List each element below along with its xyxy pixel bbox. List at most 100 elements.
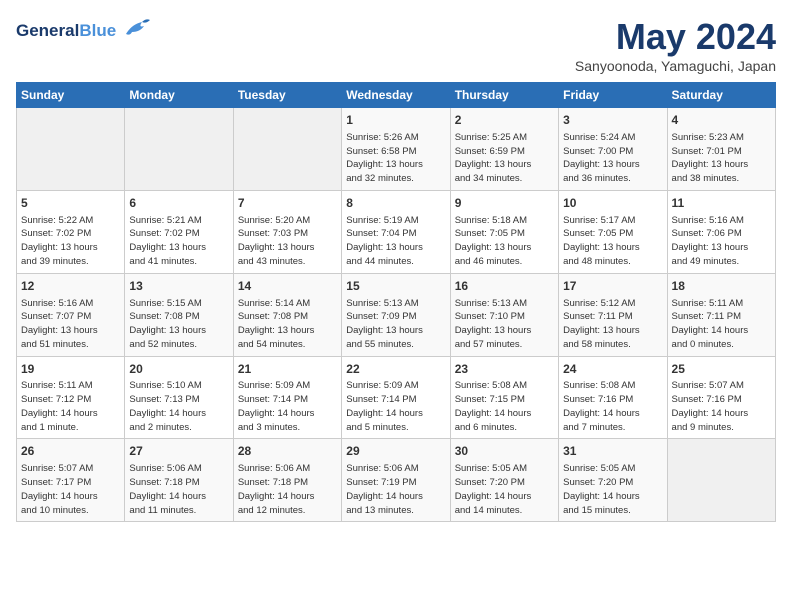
day-info: Sunrise: 5:10 AM Sunset: 7:13 PM Dayligh… [129,379,228,434]
day-number: 5 [21,195,120,212]
day-number: 13 [129,278,228,295]
day-info: Sunrise: 5:11 AM Sunset: 7:11 PM Dayligh… [672,297,771,352]
day-info: Sunrise: 5:21 AM Sunset: 7:02 PM Dayligh… [129,214,228,269]
calendar-day-cell: 26 Sunrise: 5:07 AM Sunset: 7:17 PM Dayli… [17,439,125,522]
day-info: Sunrise: 5:13 AM Sunset: 7:09 PM Dayligh… [346,297,445,352]
calendar-day-cell: 7 Sunrise: 5:20 AM Sunset: 7:03 PM Daylig… [233,190,341,273]
day-number: 30 [455,443,554,460]
calendar-day-cell: 31Sunrise: 5:05 AM Sunset: 7:20 PM Dayli… [559,439,667,522]
day-info: Sunrise: 5:08 AM Sunset: 7:16 PM Dayligh… [563,379,662,434]
calendar-day-cell: 8 Sunrise: 5:19 AM Sunset: 7:04 PM Daylig… [342,190,450,273]
day-number: 26 [21,443,120,460]
day-info: Sunrise: 5:16 AM Sunset: 7:07 PM Dayligh… [21,297,120,352]
calendar-day-cell: 17 Sunrise: 5:12 AM Sunset: 7:11 PM Dayli… [559,273,667,356]
day-number: 2 [455,112,554,129]
day-number: 20 [129,361,228,378]
calendar-day-cell: 20Sunrise: 5:10 AM Sunset: 7:13 PM Dayli… [125,356,233,439]
day-header-thursday: Thursday [450,83,558,108]
day-info: Sunrise: 5:13 AM Sunset: 7:10 PM Dayligh… [455,297,554,352]
calendar-day-cell: 9Sunrise: 5:18 AM Sunset: 7:05 PM Daylig… [450,190,558,273]
day-number: 28 [238,443,337,460]
day-header-sunday: Sunday [17,83,125,108]
calendar-week-row: 26 Sunrise: 5:07 AM Sunset: 7:17 PM Dayli… [17,439,776,522]
calendar-day-cell: 25Sunrise: 5:07 AM Sunset: 7:16 PM Dayli… [667,356,775,439]
day-info: Sunrise: 5:15 AM Sunset: 7:08 PM Dayligh… [129,297,228,352]
calendar-day-cell: 30 Sunrise: 5:05 AM Sunset: 7:20 PM Dayli… [450,439,558,522]
day-number: 21 [238,361,337,378]
day-number: 16 [455,278,554,295]
day-info: Sunrise: 5:18 AM Sunset: 7:05 PM Dayligh… [455,214,554,269]
day-number: 11 [672,195,771,212]
day-info: Sunrise: 5:26 AM Sunset: 6:58 PM Dayligh… [346,131,445,186]
day-number: 4 [672,112,771,129]
calendar-day-cell [17,108,125,191]
day-header-wednesday: Wednesday [342,83,450,108]
day-number: 25 [672,361,771,378]
calendar-table: SundayMondayTuesdayWednesdayThursdayFrid… [16,82,776,522]
day-info: Sunrise: 5:12 AM Sunset: 7:11 PM Dayligh… [563,297,662,352]
calendar-day-cell: 2 Sunrise: 5:25 AM Sunset: 6:59 PM Daylig… [450,108,558,191]
calendar-day-cell [233,108,341,191]
day-info: Sunrise: 5:17 AM Sunset: 7:05 PM Dayligh… [563,214,662,269]
location-subtitle: Sanyoonoda, Yamaguchi, Japan [575,58,776,74]
calendar-day-cell: 11 Sunrise: 5:16 AM Sunset: 7:06 PM Dayli… [667,190,775,273]
calendar-day-cell: 27 Sunrise: 5:06 AM Sunset: 7:18 PM Dayli… [125,439,233,522]
calendar-week-row: 19Sunrise: 5:11 AM Sunset: 7:12 PM Dayli… [17,356,776,439]
day-info: Sunrise: 5:22 AM Sunset: 7:02 PM Dayligh… [21,214,120,269]
calendar-day-cell: 24Sunrise: 5:08 AM Sunset: 7:16 PM Dayli… [559,356,667,439]
calendar-day-cell: 22Sunrise: 5:09 AM Sunset: 7:14 PM Dayli… [342,356,450,439]
day-info: Sunrise: 5:05 AM Sunset: 7:20 PM Dayligh… [455,462,554,517]
calendar-day-cell: 16 Sunrise: 5:13 AM Sunset: 7:10 PM Dayli… [450,273,558,356]
calendar-day-cell: 15 Sunrise: 5:13 AM Sunset: 7:09 PM Dayli… [342,273,450,356]
calendar-day-cell: 1 Sunrise: 5:26 AM Sunset: 6:58 PM Daylig… [342,108,450,191]
logo-blue-text: Blue [79,21,116,40]
calendar-day-cell: 4 Sunrise: 5:23 AM Sunset: 7:01 PM Daylig… [667,108,775,191]
day-number: 7 [238,195,337,212]
day-info: Sunrise: 5:14 AM Sunset: 7:08 PM Dayligh… [238,297,337,352]
day-info: Sunrise: 5:05 AM Sunset: 7:20 PM Dayligh… [563,462,662,517]
day-info: Sunrise: 5:06 AM Sunset: 7:18 PM Dayligh… [129,462,228,517]
day-number: 10 [563,195,662,212]
day-info: Sunrise: 5:23 AM Sunset: 7:01 PM Dayligh… [672,131,771,186]
day-header-monday: Monday [125,83,233,108]
day-number: 23 [455,361,554,378]
day-header-friday: Friday [559,83,667,108]
day-number: 22 [346,361,445,378]
calendar-day-cell [125,108,233,191]
day-number: 15 [346,278,445,295]
day-number: 17 [563,278,662,295]
calendar-day-cell: 18Sunrise: 5:11 AM Sunset: 7:11 PM Dayli… [667,273,775,356]
calendar-day-cell: 29Sunrise: 5:06 AM Sunset: 7:19 PM Dayli… [342,439,450,522]
calendar-header-row: SundayMondayTuesdayWednesdayThursdayFrid… [17,83,776,108]
calendar-day-cell: 14 Sunrise: 5:14 AM Sunset: 7:08 PM Dayli… [233,273,341,356]
day-info: Sunrise: 5:07 AM Sunset: 7:17 PM Dayligh… [21,462,120,517]
day-info: Sunrise: 5:09 AM Sunset: 7:14 PM Dayligh… [238,379,337,434]
day-header-saturday: Saturday [667,83,775,108]
calendar-day-cell: 28Sunrise: 5:06 AM Sunset: 7:18 PM Dayli… [233,439,341,522]
day-info: Sunrise: 5:08 AM Sunset: 7:15 PM Dayligh… [455,379,554,434]
day-number: 8 [346,195,445,212]
day-number: 14 [238,278,337,295]
calendar-week-row: 5 Sunrise: 5:22 AM Sunset: 7:02 PM Daylig… [17,190,776,273]
logo-bird-icon [122,16,150,46]
day-number: 27 [129,443,228,460]
calendar-week-row: 1 Sunrise: 5:26 AM Sunset: 6:58 PM Daylig… [17,108,776,191]
day-info: Sunrise: 5:25 AM Sunset: 6:59 PM Dayligh… [455,131,554,186]
calendar-day-cell: 13 Sunrise: 5:15 AM Sunset: 7:08 PM Dayli… [125,273,233,356]
day-info: Sunrise: 5:20 AM Sunset: 7:03 PM Dayligh… [238,214,337,269]
title-block: May 2024 Sanyoonoda, Yamaguchi, Japan [575,16,776,74]
calendar-day-cell: 19Sunrise: 5:11 AM Sunset: 7:12 PM Dayli… [17,356,125,439]
calendar-day-cell: 5 Sunrise: 5:22 AM Sunset: 7:02 PM Daylig… [17,190,125,273]
day-header-tuesday: Tuesday [233,83,341,108]
calendar-day-cell: 10 Sunrise: 5:17 AM Sunset: 7:05 PM Dayli… [559,190,667,273]
day-number: 1 [346,112,445,129]
day-number: 24 [563,361,662,378]
calendar-week-row: 12Sunrise: 5:16 AM Sunset: 7:07 PM Dayli… [17,273,776,356]
day-info: Sunrise: 5:19 AM Sunset: 7:04 PM Dayligh… [346,214,445,269]
calendar-day-cell: 3Sunrise: 5:24 AM Sunset: 7:00 PM Daylig… [559,108,667,191]
day-number: 3 [563,112,662,129]
calendar-day-cell [667,439,775,522]
day-info: Sunrise: 5:16 AM Sunset: 7:06 PM Dayligh… [672,214,771,269]
calendar-day-cell: 12Sunrise: 5:16 AM Sunset: 7:07 PM Dayli… [17,273,125,356]
day-number: 19 [21,361,120,378]
